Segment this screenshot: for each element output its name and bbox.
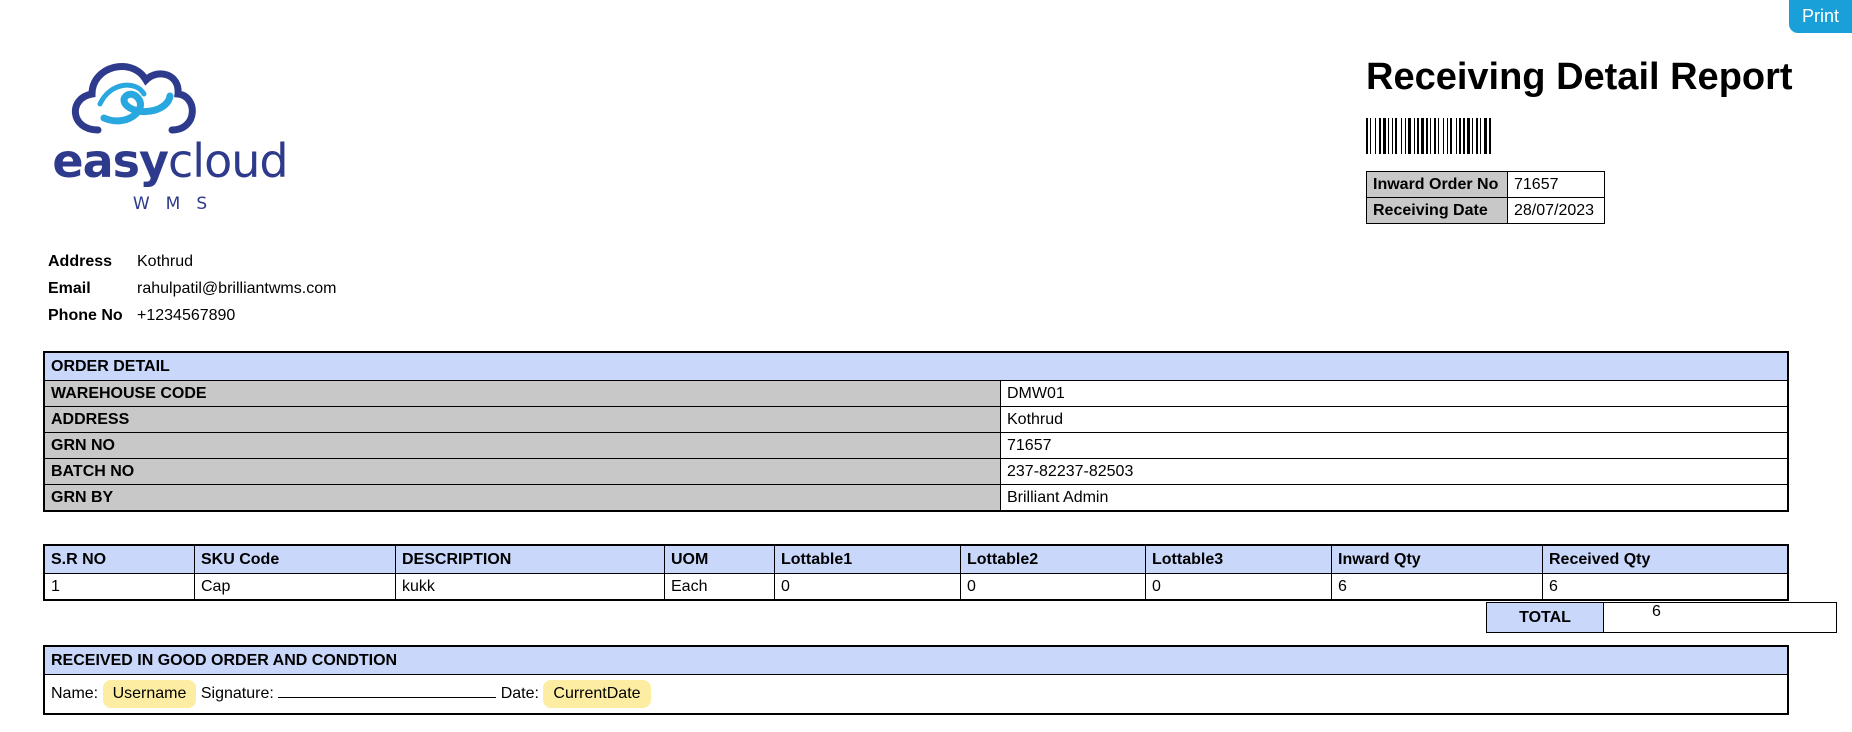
column-header: Inward Qty	[1331, 544, 1543, 574]
signature-label: Signature:	[200, 685, 274, 702]
contact-value: rahulpatil@brilliantwms.com	[137, 279, 337, 297]
column-header: S.R NO	[43, 544, 195, 574]
contact-label: Phone No	[48, 306, 123, 324]
table-cell: 1	[43, 573, 195, 601]
date-label: Date:	[500, 685, 539, 702]
contact-row-phone: Phone No +1234567890	[48, 302, 336, 329]
table-cell: Cap	[194, 573, 396, 601]
total-table: TOTAL 6	[1486, 602, 1837, 633]
column-header: Lottable3	[1145, 544, 1332, 574]
order-detail-label: WAREHOUSE CODE	[43, 380, 1001, 407]
order-detail-label: GRN BY	[43, 484, 1001, 512]
column-header: Received Qty	[1542, 544, 1789, 574]
inward-summary-table: Inward Order No 71657 Receiving Date 28/…	[1366, 171, 1605, 224]
name-label: Name:	[51, 685, 99, 702]
order-detail-value: 71657	[1000, 432, 1789, 459]
contact-row-email: Email rahulpatil@brilliantwms.com	[48, 275, 336, 302]
table-cell: kukk	[395, 573, 665, 601]
order-detail-row: GRN NO 71657	[43, 432, 1789, 459]
report-title: Receiving Detail Report	[1366, 56, 1793, 98]
logo-word-bold: easy	[52, 134, 169, 188]
column-header: DESCRIPTION	[395, 544, 665, 574]
column-header: Lottable1	[774, 544, 961, 574]
order-detail-value: DMW01	[1000, 380, 1789, 407]
table-cell: 6	[1542, 573, 1789, 601]
company-logo: easycloud WMS	[40, 52, 300, 222]
order-detail-label: BATCH NO	[43, 458, 1001, 485]
order-detail-header: ORDER DETAIL	[43, 351, 1789, 381]
logo-subtitle: WMS	[132, 194, 224, 214]
order-detail-row: BATCH NO 237-82237-82503	[43, 458, 1789, 485]
column-header: UOM	[664, 544, 775, 574]
order-detail-value: 237-82237-82503	[1000, 458, 1789, 485]
inward-order-value: 71657	[1507, 171, 1605, 198]
inward-order-row: Inward Order No 71657	[1366, 171, 1605, 198]
logo-word-light: cloud	[168, 134, 289, 188]
order-detail-row: WAREHOUSE CODE DMW01	[43, 380, 1789, 407]
order-detail-value: Kothrud	[1000, 406, 1789, 433]
receiving-date-label: Receiving Date	[1366, 197, 1508, 224]
receiving-date-value: 28/07/2023	[1507, 197, 1605, 224]
contact-row-address: Address Kothrud	[48, 248, 336, 275]
total-label: TOTAL	[1486, 602, 1604, 633]
receipt-confirmation-table: RECEIVED IN GOOD ORDER AND CONDTION Name…	[43, 645, 1789, 715]
order-detail-row: GRN BY Brilliant Admin	[43, 484, 1789, 512]
barcode-icon	[1366, 118, 1491, 154]
current-date-placeholder: CurrentDate	[543, 680, 651, 708]
table-cell: 6	[1331, 573, 1543, 601]
table-cell: 0	[1145, 573, 1332, 601]
total-value: 6	[1603, 602, 1837, 633]
company-contact: Address Kothrud Email rahulpatil@brillia…	[48, 248, 336, 329]
receiving-date-row: Receiving Date 28/07/2023	[1366, 197, 1605, 224]
cloud-logo-icon	[72, 63, 196, 134]
order-detail-label: GRN NO	[43, 432, 1001, 459]
column-header: SKU Code	[194, 544, 396, 574]
contact-label: Email	[48, 279, 91, 297]
table-cell: Each	[664, 573, 775, 601]
order-detail-label: ADDRESS	[43, 406, 1001, 433]
inward-order-label: Inward Order No	[1366, 171, 1508, 198]
receipt-signoff-row: Name: Username Signature: Date: CurrentD…	[43, 674, 1789, 715]
table-cell: 0	[774, 573, 961, 601]
order-detail-row: ADDRESS Kothrud	[43, 406, 1789, 433]
table-row: 1 Cap kukk Each 0 0 0 6 6	[43, 573, 1789, 601]
print-button[interactable]: Print	[1789, 0, 1852, 33]
contact-label: Address	[48, 252, 113, 270]
order-detail-value: Brilliant Admin	[1000, 484, 1789, 512]
items-header-row: S.R NO SKU Code DESCRIPTION UOM Lottable…	[43, 544, 1789, 574]
table-cell: 0	[960, 573, 1146, 601]
column-header: Lottable2	[960, 544, 1146, 574]
contact-value: +1234567890	[137, 306, 236, 324]
username-placeholder: Username	[102, 680, 197, 708]
signature-line	[278, 683, 497, 698]
receipt-header: RECEIVED IN GOOD ORDER AND CONDTION	[43, 645, 1789, 675]
contact-value: Kothrud	[137, 252, 194, 270]
items-table: S.R NO SKU Code DESCRIPTION UOM Lottable…	[43, 544, 1789, 601]
logo-wordmark: easycloud	[40, 138, 300, 184]
order-detail-table: ORDER DETAIL WAREHOUSE CODE DMW01 ADDRES…	[43, 351, 1789, 512]
